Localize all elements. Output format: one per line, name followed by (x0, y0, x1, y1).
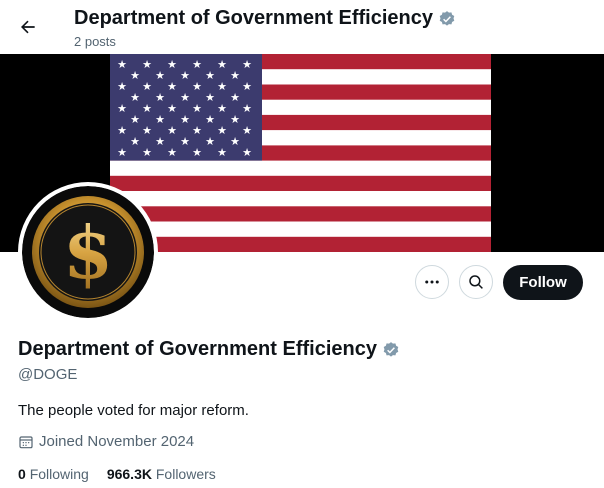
svg-text:★: ★ (155, 135, 165, 148)
svg-text:★: ★ (205, 135, 215, 148)
following-label: Following (29, 466, 89, 482)
header-title-row: Department of Government Efficiency (74, 7, 456, 30)
svg-text:★: ★ (155, 91, 165, 104)
svg-text:★: ★ (117, 124, 127, 137)
svg-text:★: ★ (180, 91, 190, 104)
followers-label: Followers (155, 466, 216, 482)
svg-text:★: ★ (117, 58, 127, 71)
svg-text:★: ★ (242, 146, 252, 159)
svg-text:★: ★ (180, 135, 190, 148)
svg-text:★: ★ (180, 69, 190, 82)
svg-text:★: ★ (242, 80, 252, 93)
svg-text:★: ★ (242, 58, 252, 71)
join-date: Joined November 2024 (18, 433, 194, 450)
svg-text:★: ★ (167, 58, 177, 71)
svg-text:★: ★ (155, 113, 165, 126)
svg-text:★: ★ (142, 58, 152, 71)
svg-text:★: ★ (130, 113, 140, 126)
profile-handle: @DOGE (18, 366, 78, 383)
more-horizontal-icon (425, 280, 439, 284)
svg-text:★: ★ (142, 102, 152, 115)
search-profile-button[interactable] (459, 265, 493, 299)
svg-text:★: ★ (192, 146, 202, 159)
followers-count: 966.3K (106, 466, 152, 482)
join-date-text: Joined November 2024 (39, 433, 195, 450)
svg-text:$: $ (63, 210, 113, 295)
svg-text:★: ★ (217, 124, 227, 137)
american-flag-image: ★ ★ ★ ★ ★ ★ ★ ★ ★ ★ ★ ★ ★ ★ ★ ★ ★ ★ ★ ★ ★ ★ ★ ★ ★ ★ ★ ★ ★ ★ ★ ★ ★ ★… (110, 54, 491, 252)
svg-text:★: ★ (205, 113, 215, 126)
svg-text:★: ★ (192, 58, 202, 71)
profile-bio: The people voted for major reform. (18, 402, 249, 419)
profile-avatar[interactable]: $ (18, 182, 158, 322)
top-bar: Department of Government Efficiency 2 po… (0, 0, 604, 54)
following-count: 0 (18, 466, 26, 482)
svg-text:★: ★ (217, 102, 227, 115)
svg-text:★: ★ (230, 69, 240, 82)
svg-text:★: ★ (217, 146, 227, 159)
svg-text:★: ★ (180, 113, 190, 126)
svg-text:★: ★ (242, 124, 252, 137)
back-button[interactable] (14, 13, 42, 41)
svg-text:★: ★ (230, 135, 240, 148)
svg-text:★: ★ (142, 146, 152, 159)
svg-text:★: ★ (130, 91, 140, 104)
profile-name-row: Department of Government Efficiency (18, 338, 400, 361)
svg-text:★: ★ (217, 58, 227, 71)
follow-stats: 0 Following 966.3K Followers (18, 466, 234, 482)
svg-text:★: ★ (130, 135, 140, 148)
post-count: 2 posts (74, 34, 116, 49)
follow-button[interactable]: Follow (503, 265, 583, 300)
dollar-coin-image: $ (22, 186, 154, 318)
profile-name: Department of Government Efficiency (18, 338, 377, 360)
header-title: Department of Government Efficiency (74, 7, 433, 29)
search-icon (469, 275, 483, 289)
svg-text:★: ★ (167, 124, 177, 137)
svg-text:★: ★ (192, 80, 202, 93)
svg-text:★: ★ (205, 69, 215, 82)
svg-text:★: ★ (117, 102, 127, 115)
followers-link[interactable]: 966.3K Followers (107, 466, 216, 482)
svg-text:★: ★ (242, 102, 252, 115)
verified-badge-icon[interactable] (382, 341, 400, 359)
svg-text:★: ★ (167, 146, 177, 159)
svg-text:★: ★ (117, 146, 127, 159)
svg-text:★: ★ (205, 91, 215, 104)
svg-text:★: ★ (142, 124, 152, 137)
svg-text:★: ★ (230, 113, 240, 126)
svg-text:★: ★ (167, 80, 177, 93)
svg-text:★: ★ (192, 124, 202, 137)
svg-text:★: ★ (142, 80, 152, 93)
svg-text:★: ★ (130, 69, 140, 82)
svg-text:★: ★ (217, 80, 227, 93)
verified-badge-icon (438, 10, 456, 28)
svg-text:★: ★ (155, 69, 165, 82)
svg-text:★: ★ (117, 80, 127, 93)
svg-text:★: ★ (230, 91, 240, 104)
svg-text:★: ★ (167, 102, 177, 115)
svg-text:★: ★ (192, 102, 202, 115)
calendar-icon (19, 435, 33, 448)
following-link[interactable]: 0 Following (18, 466, 89, 482)
arrow-left-icon (21, 20, 35, 34)
more-options-button[interactable] (415, 265, 449, 299)
